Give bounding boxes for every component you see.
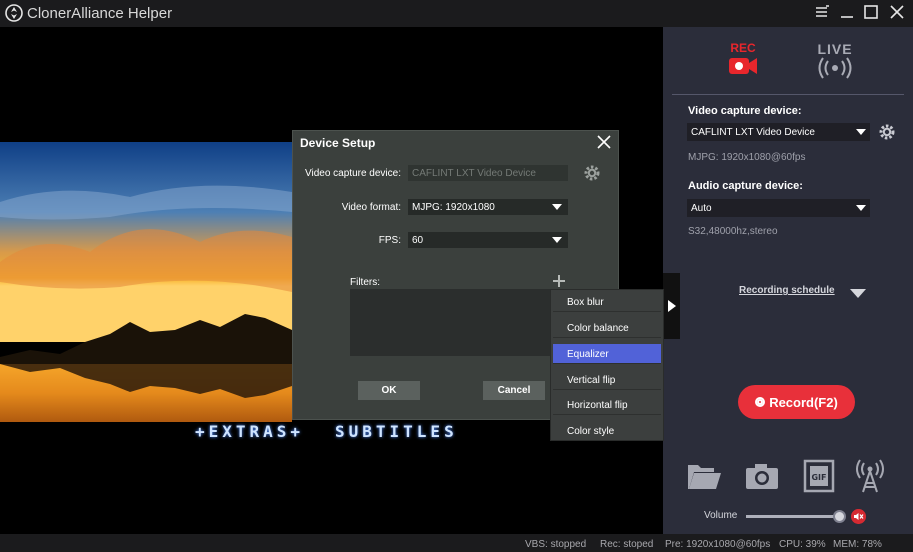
record-button-label: Record(F2) xyxy=(769,394,838,410)
filter-item-color-style[interactable]: Color style xyxy=(553,421,661,441)
filter-item-equalizer[interactable]: Equalizer xyxy=(553,344,661,364)
chevron-down-icon xyxy=(856,205,866,211)
audio-device-value: Auto xyxy=(691,203,712,214)
record-icon xyxy=(755,397,766,407)
close-icon[interactable] xyxy=(596,134,612,150)
volume-label: Volume xyxy=(704,510,738,521)
app-window: ClonerAlliance Helper +EXTRAS+ SUBTITLES… xyxy=(0,0,913,552)
filters-list[interactable] xyxy=(350,289,559,356)
maximize-button[interactable] xyxy=(860,4,882,24)
speaker-mute-icon[interactable] xyxy=(851,509,866,524)
filter-item-vertical-flip[interactable]: Vertical flip xyxy=(553,370,661,390)
audio-device-select[interactable]: Auto xyxy=(687,199,870,217)
recording-schedule-link[interactable]: Recording schedule xyxy=(739,285,835,296)
status-bar: VBS: stopped Rec: stoped Pre: 1920x1080@… xyxy=(0,534,913,552)
status-cpu: CPU: 39% xyxy=(779,539,826,550)
video-device-label: Video capture device: xyxy=(688,105,802,117)
fps-value: 60 xyxy=(412,235,424,246)
overlay-subtitles-text: SUBTITLES xyxy=(335,422,458,441)
folder-icon[interactable] xyxy=(686,459,722,493)
title-bar: ClonerAlliance Helper xyxy=(0,0,913,27)
camera-icon[interactable] xyxy=(744,459,780,493)
filter-menu: Box blur Color balance Equalizer Vertica… xyxy=(550,289,664,441)
caret-down-icon[interactable] xyxy=(850,289,866,298)
status-mem: MEM: 78% xyxy=(833,539,882,550)
video-format-select[interactable]: MJPG: 1920x1080 xyxy=(408,199,568,215)
audio-device-info: S32,48000hz,stereo xyxy=(688,226,778,237)
filter-item-horizontal-flip[interactable]: Horizontal flip xyxy=(553,395,661,415)
arrow-right-icon xyxy=(667,300,676,312)
hamburger-menu-icon xyxy=(816,5,829,17)
fps-select[interactable]: 60 xyxy=(408,232,568,248)
window-title: ClonerAlliance Helper xyxy=(27,5,173,22)
cancel-button[interactable]: Cancel xyxy=(483,381,545,400)
rec-mode-label: REC xyxy=(730,41,756,55)
preview-frame-image xyxy=(0,142,292,422)
video-camera-icon xyxy=(729,58,757,74)
fps-label: FPS: xyxy=(378,235,401,246)
gif-icon[interactable]: GIF xyxy=(801,459,837,493)
video-device-info: MJPG: 1920x1080@60fps xyxy=(688,152,806,163)
panel-divider xyxy=(672,94,904,95)
antenna-tower-icon[interactable] xyxy=(852,459,888,493)
record-button[interactable]: Record(F2) xyxy=(738,385,855,419)
overlay-extras-text: +EXTRAS+ xyxy=(195,422,305,441)
chevron-down-icon xyxy=(552,237,562,243)
chevron-down-icon xyxy=(552,204,562,210)
video-format-value: MJPG: 1920x1080 xyxy=(412,202,495,213)
filter-item-color-balance[interactable]: Color balance xyxy=(553,318,661,338)
video-device-select[interactable]: CAFLINT LXT Video Device xyxy=(687,123,870,141)
close-window-button[interactable] xyxy=(886,4,908,24)
panel-toggle-button[interactable] xyxy=(663,273,680,339)
gear-icon[interactable] xyxy=(583,164,601,182)
close-icon xyxy=(890,5,904,19)
volume-slider-handle[interactable] xyxy=(833,510,846,523)
filter-item-box-blur[interactable]: Box blur xyxy=(553,292,661,312)
video-device-value: CAFLINT LXT Video Device xyxy=(691,127,815,138)
video-format-label: Video format: xyxy=(341,202,401,213)
app-logo-icon xyxy=(5,4,23,22)
live-mode-label: LIVE xyxy=(817,41,853,57)
volume-slider[interactable] xyxy=(746,515,838,518)
broadcast-icon xyxy=(818,57,852,79)
status-preview: Pre: 1920x1080@60fps xyxy=(665,539,771,550)
svg-text:GIF: GIF xyxy=(811,473,826,482)
add-filter-plus-icon[interactable] xyxy=(552,274,566,288)
dialog-video-device-field: CAFLINT LXT Video Device xyxy=(408,165,568,181)
live-mode-tab[interactable]: LIVE xyxy=(813,41,857,84)
menu-button[interactable] xyxy=(811,4,833,24)
gear-icon[interactable] xyxy=(878,123,896,141)
dialog-title: Device Setup xyxy=(300,136,376,150)
audio-device-label: Audio capture device: xyxy=(688,180,803,192)
dialog-video-device-label: Video capture device: xyxy=(305,168,401,179)
status-rec: Rec: stoped xyxy=(600,539,654,550)
minimize-button[interactable] xyxy=(836,4,858,24)
filters-label: Filters: xyxy=(350,277,380,288)
maximize-icon xyxy=(864,5,878,19)
control-panel: REC LIVE Video capture device: CAFLINT L… xyxy=(663,27,913,534)
chevron-down-icon xyxy=(856,129,866,135)
minimize-icon xyxy=(841,16,853,18)
status-vbs: VBS: stopped xyxy=(525,539,587,550)
rec-mode-tab[interactable]: REC xyxy=(723,41,763,81)
ok-button[interactable]: OK xyxy=(358,381,420,400)
